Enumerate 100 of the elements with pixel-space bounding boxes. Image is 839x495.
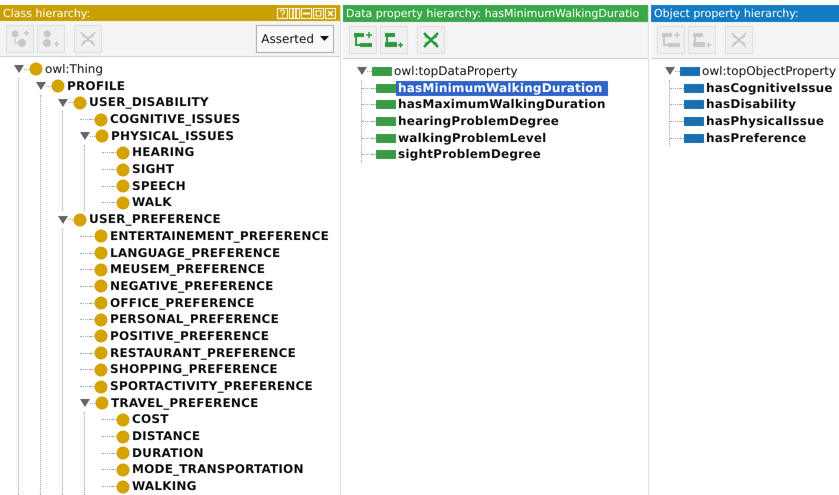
class-icon [116,162,130,177]
tree-item[interactable]: MODE_TRANSPORTATION [130,462,306,478]
tree-item[interactable]: SIGHT [130,162,176,178]
minimize-icon[interactable] [301,8,312,19]
expand-toggle-icon[interactable] [357,67,367,76]
add-sibling-property-icon [384,31,404,49]
class-icon [116,196,130,210]
class-icon [94,346,108,360]
expand-toggle-icon[interactable] [80,399,90,408]
tree-item[interactable]: hearingProblemDegree [396,114,562,129]
panel-title: Class hierarchy: [3,6,90,20]
class-icon [95,129,109,144]
class-icon [116,462,130,477]
tree-item[interactable]: SHOPPING_PREFERENCE [108,362,280,378]
tree-item[interactable]: ENTERTAINEMENT_PREFERENCE [108,228,332,244]
property-icon [680,66,700,76]
add-sibling-node-icon [41,30,61,48]
tree-item[interactable]: WALK [130,195,174,210]
tree-item[interactable]: DISTANCE [130,429,202,444]
property-icon [376,84,396,93]
tree-item[interactable]: DURATION [130,446,206,461]
tree-item[interactable]: POSITIVE_PREFERENCE [108,328,272,344]
class-icon [94,329,108,344]
expand-toggle-icon[interactable] [665,67,675,76]
class-icon [95,396,109,410]
property-icon [376,100,396,110]
tree-item[interactable]: COGNITIVE_ISSUES [108,112,242,128]
expand-toggle-icon[interactable] [58,216,68,224]
delete-icon [730,31,748,49]
tree-item[interactable]: TRAVEL_PREFERENCE [109,396,261,411]
property-icon [376,116,396,126]
class-icon [116,412,130,427]
tree-item[interactable]: COST [130,412,171,428]
tree-item[interactable]: LANGUAGE_PREFERENCE [108,246,282,261]
tree-item[interactable]: PERSONAL_PREFERENCE [108,312,281,328]
tree-item[interactable]: hasPreference [704,130,808,146]
class-icon [94,312,108,327]
tree-item[interactable]: PHYSICAL_ISSUES [109,128,236,144]
panel-title: Object property hierarchy: [654,7,799,20]
add-sibling-button[interactable] [380,26,408,54]
caret-icon [320,36,329,42]
property-icon [372,66,392,76]
close-icon[interactable] [325,8,336,19]
expand-toggle-icon[interactable] [14,65,24,74]
add-subclass-button[interactable] [349,26,377,54]
add-sibling-property-icon [692,31,712,49]
tree-item[interactable]: SPEECH [130,178,188,194]
tree-item[interactable]: hasMaximumWalkingDuration [396,97,608,112]
class-icon [94,296,108,310]
tree-item[interactable]: HEARING [130,145,197,160]
class-icon [73,96,87,110]
maximize-icon[interactable] [313,8,324,19]
class-icon [94,380,108,394]
class-icon [73,212,87,227]
tree-item[interactable]: hasCognitiveIssue [704,80,835,96]
tree-item[interactable]: owl:topDataProperty [392,64,520,79]
tree-item[interactable]: SPORTACTIVITY_PREFERENCE [108,379,315,394]
delete-icon [422,31,440,49]
class-icon [51,79,65,94]
tree-item[interactable]: MEUSEM_PREFERENCE [108,262,268,278]
class-icon [29,62,43,76]
class-icon [94,279,108,294]
class-icon [116,146,130,160]
expand-toggle-icon[interactable] [80,132,90,140]
tree-item[interactable]: NEGATIVE_PREFERENCE [108,278,276,294]
tree-item[interactable]: walkingProblemLevel [396,130,548,146]
tree-item[interactable]: USER_DISABILITY [87,95,211,110]
property-icon [376,150,396,160]
tree-item[interactable]: sightProblemDegree [396,147,543,162]
class-icon [94,229,108,244]
tree-item[interactable]: hasPhysicalIssue [704,114,826,129]
delete-button[interactable] [417,26,445,54]
split-icon[interactable] [289,8,300,19]
tree-item[interactable]: hasDisability [704,97,798,112]
class-icon [116,446,130,460]
tree-item[interactable]: USER_PREFERENCE [87,212,223,228]
tree-item[interactable]: OFFICE_PREFERENCE [108,296,257,311]
tree-item[interactable]: hasMinimumWalkingDuration [396,80,608,96]
class-icon [116,179,130,194]
tree-item[interactable]: owl:topObjectProperty [700,64,838,79]
panel-title: Data property hierarchy: hasMinimumWalkingDuratio [346,7,640,20]
add-child-property-icon [661,31,681,49]
add-child-node-icon [10,30,30,48]
tree-item[interactable]: WALKING [130,479,199,494]
help-icon[interactable] [277,8,288,19]
property-icon [376,134,396,143]
delete-icon [79,30,97,48]
class-icon [116,430,130,444]
tree-item[interactable]: PROFILE [65,78,128,94]
tree-item[interactable]: RESTAURANT_PREFERENCE [108,346,298,361]
class-icon [94,262,108,277]
property-icon [684,134,704,143]
tree-item[interactable]: owl:Thing [43,62,106,77]
expand-toggle-icon[interactable] [58,98,68,107]
expand-toggle-icon[interactable] [36,82,46,90]
class-icon [94,112,108,127]
hierarchy-dropdown[interactable]: Asserted [256,24,334,53]
class-icon [94,246,108,260]
class-icon [94,362,108,377]
class-icon [116,480,130,494]
